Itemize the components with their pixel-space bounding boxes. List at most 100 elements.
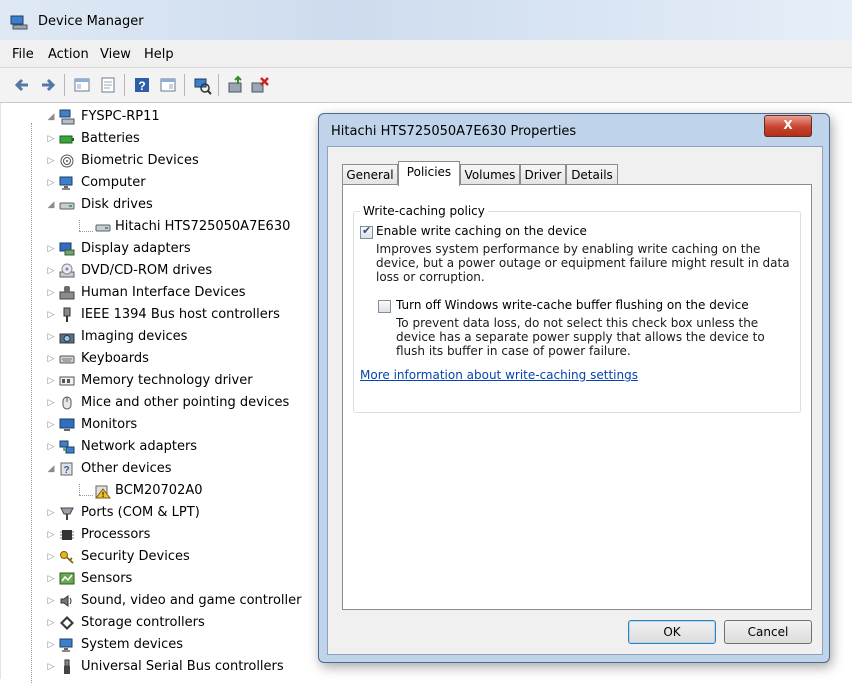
menu-bar: File Action View Help — [0, 40, 852, 68]
turn-off-buffer-flushing-checkbox[interactable] — [378, 300, 391, 313]
monitor-icon — [59, 417, 75, 433]
collapsed-arrow-icon[interactable]: ▷ — [45, 546, 57, 568]
device-manager-window: Device Manager File Action View Help ? ◢… — [0, 0, 852, 683]
collapsed-arrow-icon[interactable]: ▷ — [45, 304, 57, 326]
collapsed-arrow-icon[interactable]: ▷ — [45, 524, 57, 546]
collapsed-arrow-icon[interactable]: ▷ — [45, 128, 57, 150]
tree-item-label: Sound, video and game controller — [81, 593, 302, 608]
tab-general[interactable]: General — [342, 164, 398, 185]
tree-item-label: System devices — [81, 637, 184, 652]
collapsed-arrow-icon[interactable]: ▷ — [45, 634, 57, 656]
show-hide-pane-icon[interactable] — [158, 75, 178, 95]
network-icon — [59, 439, 75, 455]
camera-icon — [59, 329, 75, 345]
turn-off-buffer-flushing-label[interactable]: Turn off Windows write-cache buffer flus… — [396, 298, 749, 312]
tab-policies[interactable]: Policies — [398, 161, 460, 186]
tree-item-label: Human Interface Devices — [81, 285, 246, 300]
enable-write-caching-label[interactable]: Enable write caching on the device — [376, 224, 587, 238]
uninstall-device-icon[interactable] — [250, 75, 270, 95]
enable-write-caching-desc-3: loss or corruption. — [376, 270, 485, 284]
console-tree-icon[interactable] — [72, 75, 92, 95]
collapsed-arrow-icon[interactable]: ▷ — [45, 612, 57, 634]
collapsed-arrow-icon[interactable]: ▷ — [45, 348, 57, 370]
fingerprint-icon — [59, 153, 75, 169]
turn-off-buffer-flushing-desc-1: To prevent data loss, do not select this… — [396, 316, 759, 330]
properties-icon[interactable] — [98, 75, 118, 95]
collapsed-arrow-icon[interactable]: ▷ — [45, 282, 57, 304]
collapsed-arrow-icon[interactable]: ▷ — [45, 590, 57, 612]
collapsed-arrow-icon[interactable]: ▷ — [45, 370, 57, 392]
tab-details[interactable]: Details — [566, 164, 618, 185]
expanded-arrow-icon[interactable]: ◢ — [45, 458, 57, 480]
tree-item-label: Computer — [81, 175, 146, 190]
tree-child-label: Hitachi HTS725050A7E630 — [115, 219, 291, 234]
usb-icon — [59, 659, 75, 675]
key-icon — [59, 549, 75, 565]
collapsed-arrow-icon[interactable]: ▷ — [45, 392, 57, 414]
tree-root-label: FYSPC-RP11 — [81, 109, 160, 124]
forward-arrow-icon[interactable] — [38, 75, 58, 95]
tree-item-label: Monitors — [81, 417, 138, 432]
collapsed-arrow-icon[interactable]: ▷ — [45, 436, 57, 458]
update-driver-icon[interactable] — [226, 75, 246, 95]
write-caching-info-link[interactable]: More information about write-caching set… — [360, 368, 638, 382]
collapsed-arrow-icon[interactable]: ▷ — [45, 260, 57, 282]
menu-action[interactable]: Action — [48, 47, 89, 62]
menu-help[interactable]: Help — [144, 47, 174, 62]
tab-volumes[interactable]: Volumes — [460, 164, 520, 185]
computer-icon — [59, 637, 75, 653]
enable-write-caching-checkbox[interactable]: ✔ — [360, 224, 373, 239]
expanded-arrow-icon[interactable]: ◢ — [45, 194, 57, 216]
menu-file[interactable]: File — [12, 47, 34, 62]
checkmark-icon: ✔ — [362, 224, 372, 237]
tree-item-label: Display adapters — [81, 241, 191, 256]
tree-item-label: Network adapters — [81, 439, 198, 454]
display-adapter-icon — [59, 241, 75, 257]
tab-driver[interactable]: Driver — [520, 164, 566, 185]
computer-icon — [59, 109, 75, 125]
tree-item-label: Ports (COM & LPT) — [81, 505, 200, 520]
collapsed-arrow-icon[interactable]: ▷ — [45, 656, 57, 678]
tree-item-label: Processors — [81, 527, 151, 542]
tree-child-label: BCM20702A0 — [115, 483, 203, 498]
device-manager-icon — [10, 14, 28, 30]
tree-item-label: IEEE 1394 Bus host controllers — [81, 307, 280, 322]
help-icon[interactable]: ? — [132, 75, 152, 95]
back-arrow-icon[interactable] — [12, 75, 32, 95]
tree-item-label: Keyboards — [81, 351, 149, 366]
turn-off-buffer-flushing-desc-2: device has a separate power supply that … — [396, 330, 765, 344]
tree-item-label: Storage controllers — [81, 615, 205, 630]
collapsed-arrow-icon[interactable]: ▷ — [45, 326, 57, 348]
close-icon: X — [783, 118, 793, 132]
svg-text:?: ? — [138, 79, 145, 93]
cancel-button[interactable]: Cancel — [724, 620, 812, 644]
processor-icon — [59, 527, 75, 543]
port-icon — [59, 505, 75, 521]
collapsed-arrow-icon[interactable]: ▷ — [45, 150, 57, 172]
computer-icon — [59, 175, 75, 191]
tree-item-label: DVD/CD-ROM drives — [81, 263, 213, 278]
collapsed-arrow-icon[interactable]: ▷ — [45, 238, 57, 260]
collapsed-arrow-icon[interactable]: ▷ — [45, 502, 57, 524]
storage-icon — [59, 615, 75, 631]
expanded-arrow-icon[interactable]: ◢ — [45, 106, 57, 128]
collapsed-arrow-icon[interactable]: ▷ — [45, 172, 57, 194]
device-tree: ◢ FYSPC-RP11 ▷ Batteries ▷ Biometric Device… — [0, 103, 331, 683]
tree-item-label: Security Devices — [81, 549, 190, 564]
collapsed-arrow-icon[interactable]: ▷ — [45, 568, 57, 590]
close-button[interactable]: X — [764, 115, 812, 137]
tree-item-label: Memory technology driver — [81, 373, 253, 388]
disk-drive-icon — [59, 197, 75, 213]
warning-device-icon: ! — [94, 483, 112, 499]
group-label: Write-caching policy — [360, 204, 488, 218]
tree-item-label: Mice and other pointing devices — [81, 395, 290, 410]
window-title: Device Manager — [38, 14, 144, 29]
policies-tab-page: Write-caching policy ✔ Enable write cach… — [342, 184, 812, 610]
enable-write-caching-desc-1: Improves system performance by enabling … — [376, 242, 761, 256]
scan-hardware-icon[interactable] — [192, 75, 212, 95]
svg-text:!: ! — [102, 492, 104, 499]
menu-view[interactable]: View — [100, 47, 131, 62]
collapsed-arrow-icon[interactable]: ▷ — [45, 414, 57, 436]
title-bar: Device Manager — [0, 0, 852, 40]
ok-button[interactable]: OK — [628, 620, 716, 644]
